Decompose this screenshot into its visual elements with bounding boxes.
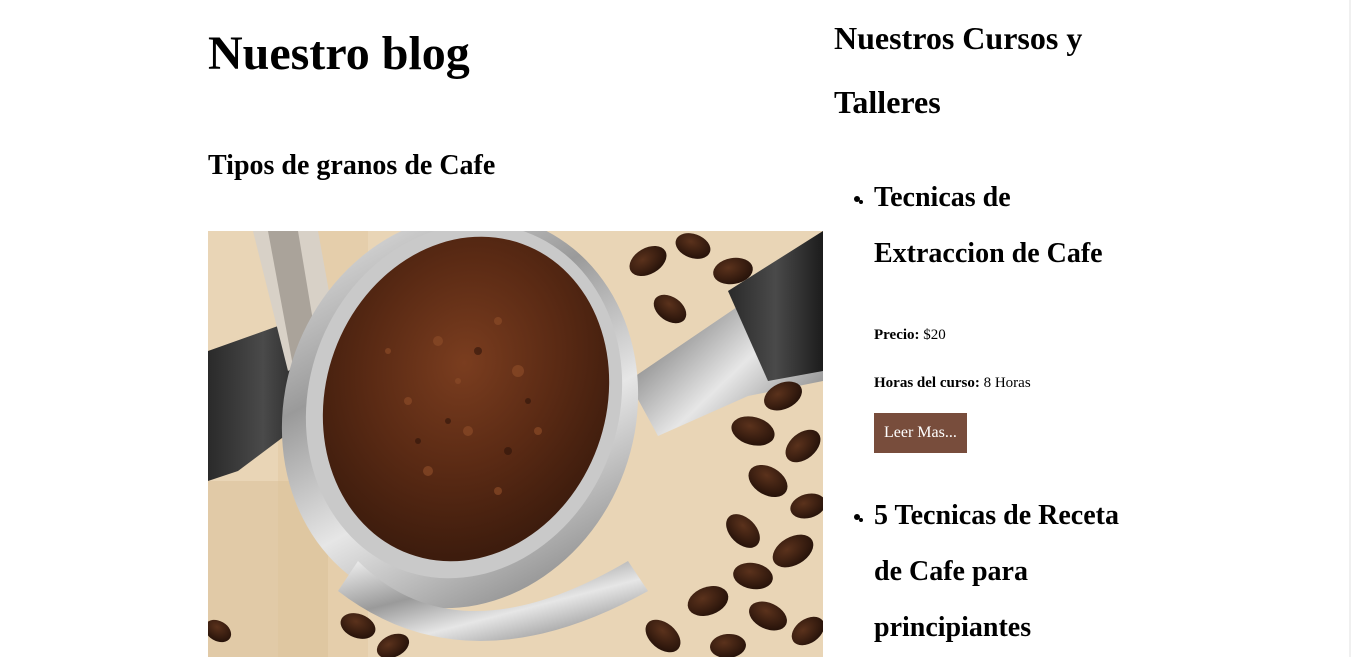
course-price-label: Precio: xyxy=(874,327,920,343)
blog-title: Nuestro blog xyxy=(208,27,470,80)
course-hours: Horas del curso: 8 Horas xyxy=(874,373,1031,393)
bullet-icon xyxy=(854,196,860,202)
read-more-button[interactable]: Leer Mas... xyxy=(874,413,967,453)
course-title[interactable]: 5 Tecnicas de Receta de Cafe para princi… xyxy=(874,488,1134,656)
page: Nuestro blog Tipos de granos de Cafe Nue… xyxy=(0,0,1351,657)
course-item: Tecnicas de Extraccion de Cafe Precio: $… xyxy=(854,170,1134,453)
post-image[interactable] xyxy=(208,231,823,657)
sidebar-title: Nuestros Cursos y Talleres xyxy=(834,20,1083,120)
post-title[interactable]: Tipos de granos de Cafe xyxy=(208,148,495,184)
course-price: Precio: $20 xyxy=(874,325,946,345)
coffee-portafilter-illustration xyxy=(208,231,823,657)
bullet-icon xyxy=(854,514,860,520)
course-title[interactable]: Tecnicas de Extraccion de Cafe xyxy=(874,170,1134,282)
course-hours-label: Horas del curso: xyxy=(874,375,980,391)
course-hours-value: 8 Horas xyxy=(983,375,1031,391)
course-price-value: $20 xyxy=(923,327,946,343)
course-item: 5 Tecnicas de Receta de Cafe para princi… xyxy=(854,488,1134,656)
